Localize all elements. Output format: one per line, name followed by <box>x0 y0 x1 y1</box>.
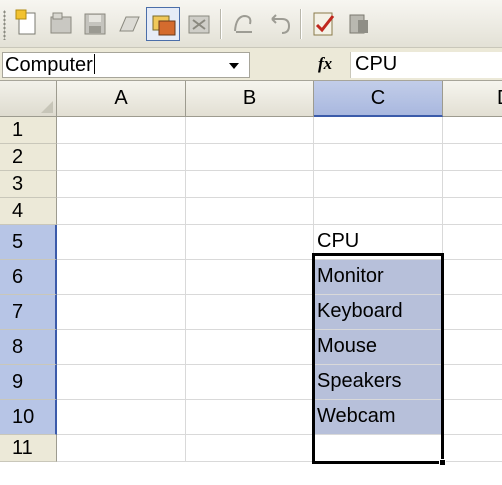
select-all-button[interactable] <box>0 81 57 117</box>
cell-d8[interactable] <box>443 330 502 365</box>
column-header-a[interactable]: A <box>57 81 186 117</box>
cell-b5[interactable] <box>186 225 314 260</box>
cell-b11[interactable] <box>186 435 314 462</box>
name-box-value: Computer <box>5 54 93 76</box>
row-header-11[interactable]: 11 <box>0 435 57 462</box>
paste-icon[interactable] <box>182 7 216 41</box>
cell-d3[interactable] <box>443 171 502 198</box>
toolbar-separator <box>220 9 222 39</box>
formula-input[interactable]: CPU <box>350 52 502 78</box>
cell-b9[interactable] <box>186 365 314 400</box>
cell-c6[interactable]: Monitor <box>314 260 443 295</box>
row-header-5[interactable]: 5 <box>0 225 57 260</box>
row-header-7[interactable]: 7 <box>0 295 57 330</box>
column-header-d[interactable]: D <box>443 81 502 117</box>
cell-d4[interactable] <box>443 198 502 225</box>
cell-c5[interactable]: CPU <box>314 225 443 260</box>
cell-b6[interactable] <box>186 260 314 295</box>
cell-c3[interactable] <box>314 171 443 198</box>
standard-toolbar <box>0 0 502 48</box>
format-painter-icon[interactable] <box>226 7 260 41</box>
cell-a7[interactable] <box>57 295 186 330</box>
cell-a2[interactable] <box>57 144 186 171</box>
new-document-icon[interactable] <box>10 7 44 41</box>
cell-b1[interactable] <box>186 117 314 144</box>
cell-c11[interactable] <box>314 435 443 462</box>
cell-a11[interactable] <box>57 435 186 462</box>
cell-c1[interactable] <box>314 117 443 144</box>
cell-a4[interactable] <box>57 198 186 225</box>
cell-c4[interactable] <box>314 198 443 225</box>
cell-b10[interactable] <box>186 400 314 435</box>
print-icon[interactable] <box>112 7 146 41</box>
toolbar-grip-handle[interactable] <box>3 10 6 40</box>
cell-d6[interactable] <box>443 260 502 295</box>
cell-a8[interactable] <box>57 330 186 365</box>
row-header-3[interactable]: 3 <box>0 171 57 198</box>
cell-d2[interactable] <box>443 144 502 171</box>
name-box[interactable]: Computer <box>2 52 250 78</box>
row-header-1[interactable]: 1 <box>0 117 57 144</box>
cell-a9[interactable] <box>57 365 186 400</box>
insert-function-button[interactable]: fx <box>318 54 332 74</box>
open-icon[interactable] <box>44 7 78 41</box>
name-box-dropdown-button[interactable] <box>222 54 246 76</box>
row-header-8[interactable]: 8 <box>0 330 57 365</box>
cell-d7[interactable] <box>443 295 502 330</box>
toolbar-overflow-icon[interactable] <box>342 7 376 41</box>
spelling-icon[interactable] <box>306 7 340 41</box>
cell-d11[interactable] <box>443 435 502 462</box>
chevron-down-icon <box>229 63 239 69</box>
cell-c2[interactable] <box>314 144 443 171</box>
cell-b4[interactable] <box>186 198 314 225</box>
cell-b7[interactable] <box>186 295 314 330</box>
copy-icon[interactable] <box>146 7 180 41</box>
cell-d10[interactable] <box>443 400 502 435</box>
cell-a6[interactable] <box>57 260 186 295</box>
cell-a5[interactable] <box>57 225 186 260</box>
cell-a3[interactable] <box>57 171 186 198</box>
formula-bar: Computer fx CPU <box>0 48 502 81</box>
cell-b2[interactable] <box>186 144 314 171</box>
cell-b8[interactable] <box>186 330 314 365</box>
cell-a10[interactable] <box>57 400 186 435</box>
row-header-4[interactable]: 4 <box>0 198 57 225</box>
fill-handle[interactable] <box>439 459 446 466</box>
text-caret <box>93 54 95 74</box>
cell-a1[interactable] <box>57 117 186 144</box>
cell-d5[interactable] <box>443 225 502 260</box>
column-header-c[interactable]: C <box>314 81 443 117</box>
column-header-b[interactable]: B <box>186 81 314 117</box>
row-header-10[interactable]: 10 <box>0 400 57 435</box>
worksheet-grid: A B C D 1 2 3 4 5 6 7 8 9 10 11 CPU Moni… <box>0 81 502 485</box>
row-header-9[interactable]: 9 <box>0 365 57 400</box>
row-header-2[interactable]: 2 <box>0 144 57 171</box>
toolbar-separator <box>300 9 302 39</box>
row-header-6[interactable]: 6 <box>0 260 57 295</box>
cell-c10[interactable]: Webcam <box>314 400 443 435</box>
cell-c9[interactable]: Speakers <box>314 365 443 400</box>
cell-c8[interactable]: Mouse <box>314 330 443 365</box>
cell-c7[interactable]: Keyboard <box>314 295 443 330</box>
cell-d1[interactable] <box>443 117 502 144</box>
cell-d9[interactable] <box>443 365 502 400</box>
cell-b3[interactable] <box>186 171 314 198</box>
save-icon[interactable] <box>78 7 112 41</box>
undo-icon[interactable] <box>262 7 296 41</box>
